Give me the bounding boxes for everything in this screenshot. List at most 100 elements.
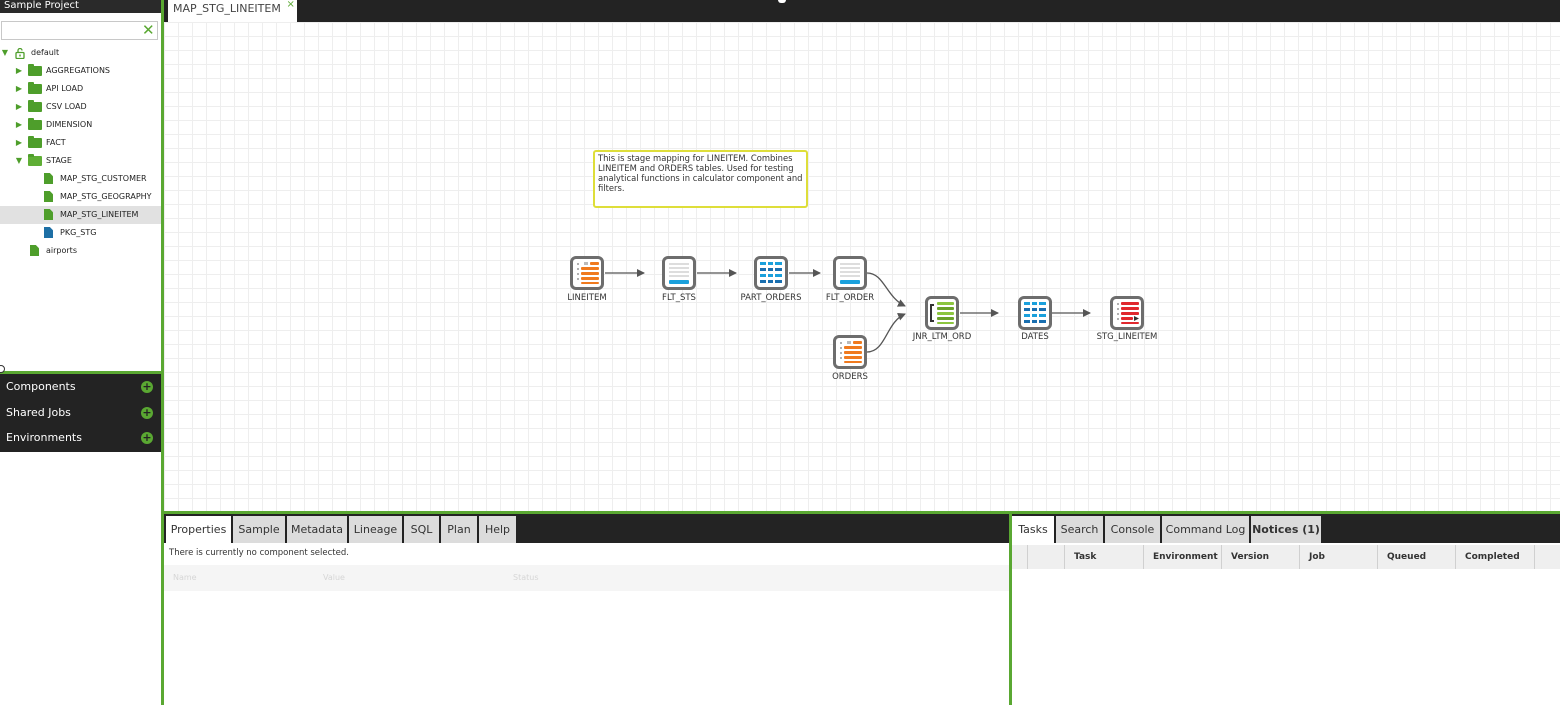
caret-right-icon[interactable]: ▶ — [14, 80, 24, 98]
connector-orders-jnr — [866, 313, 906, 353]
tab-properties[interactable]: Properties — [166, 516, 231, 543]
clear-search-icon[interactable]: ✕ — [142, 22, 155, 39]
tree-node-label: PKG_STG — [60, 228, 97, 237]
tree-node-label: MAP_STG_CUSTOMER — [60, 174, 147, 183]
table-input-icon — [833, 335, 867, 369]
column-version[interactable]: Version — [1222, 545, 1300, 569]
project-explorer: Sample Project ✕ ▼ default ▶ AGGREGATION… — [0, 0, 161, 705]
tab-map-stg-lineitem[interactable]: MAP_STG_LINEITEM × — [168, 0, 297, 22]
properties-tabbar: Properties Sample Metadata Lineage SQL P… — [164, 514, 1009, 543]
table-output-icon — [1110, 296, 1144, 330]
tree-folder-csv-load[interactable]: ▶ CSV LOAD — [0, 98, 161, 116]
folder-icon — [28, 82, 42, 94]
add-icon[interactable]: + — [141, 432, 153, 445]
tasks-panel: Tasks Search Console Command Log Notices… — [1012, 514, 1560, 705]
mapping-canvas[interactable]: This is stage mapping for LINEITEM. Comb… — [164, 22, 1560, 511]
tasks-tabbar: Tasks Search Console Command Log Notices… — [1012, 514, 1560, 543]
tree-node-default[interactable]: ▼ default — [0, 44, 161, 62]
unlock-icon — [15, 48, 25, 59]
tab-command-log[interactable]: Command Log — [1162, 516, 1249, 543]
folder-open-icon — [28, 154, 42, 166]
tab-help[interactable]: Help — [479, 516, 516, 543]
column-job[interactable]: Job — [1300, 545, 1378, 569]
column-task[interactable]: Task — [1065, 545, 1144, 569]
mapping-file-icon — [44, 173, 53, 184]
tree-node-label: DIMENSION — [46, 120, 93, 129]
tree-node-label: default — [31, 48, 60, 57]
node-label-jnr-ltm-ord: JNR_LTM_ORD — [912, 332, 972, 342]
editor-tabbar: MAP_STG_LINEITEM × — [164, 0, 1560, 22]
tree-item-map-stg-customer[interactable]: MAP_STG_CUSTOMER — [0, 170, 161, 188]
accordion-label: Shared Jobs — [6, 405, 71, 419]
accordion-shared-jobs[interactable]: Shared Jobs + — [0, 400, 161, 426]
column-environment[interactable]: Environment — [1144, 545, 1222, 569]
properties-grid-header: Name Value Status — [164, 565, 1009, 591]
column-status-icon — [1028, 545, 1065, 569]
table-input-icon — [570, 256, 604, 290]
tab-sample[interactable]: Sample — [233, 516, 285, 543]
column-queued[interactable]: Queued — [1378, 545, 1456, 569]
accordion-label: Environments — [6, 431, 82, 445]
caret-down-icon[interactable]: ▼ — [14, 152, 24, 170]
calculator-icon — [754, 256, 788, 290]
tree-search-box: ✕ — [1, 21, 158, 40]
tree-folder-stage[interactable]: ▼ STAGE — [0, 152, 161, 170]
tree-folder-api-load[interactable]: ▶ API LOAD — [0, 80, 161, 98]
tab-search[interactable]: Search — [1056, 516, 1103, 543]
tree-item-map-stg-geography[interactable]: MAP_STG_GEOGRAPHY — [0, 188, 161, 206]
tree-node-label: MAP_STG_GEOGRAPHY — [60, 192, 152, 201]
filter-icon — [662, 256, 696, 290]
accordion-components[interactable]: Components + — [0, 374, 161, 400]
tab-sql[interactable]: SQL — [404, 516, 439, 543]
add-icon[interactable]: + — [141, 406, 153, 419]
canvas-note[interactable]: This is stage mapping for LINEITEM. Comb… — [593, 150, 808, 208]
column-completed[interactable]: Completed — [1456, 545, 1535, 569]
node-label-flt-sts: FLT_STS — [662, 293, 696, 303]
tab-metadata[interactable]: Metadata — [287, 516, 347, 543]
column-blank — [1012, 545, 1028, 569]
add-icon[interactable]: + — [141, 381, 153, 393]
folder-icon — [28, 64, 42, 76]
project-title: Sample Project — [0, 0, 161, 13]
accordion-label: Components — [6, 380, 76, 393]
node-label-flt-order: FLT_ORDER — [825, 293, 875, 303]
tree-item-airports[interactable]: airports — [0, 242, 161, 260]
no-selection-message: There is currently no component selected… — [169, 548, 349, 558]
tree-folder-dimension[interactable]: ▶ DIMENSION — [0, 116, 161, 134]
node-label-lineitem: LINEITEM — [567, 293, 607, 303]
node-label-orders: ORDERS — [832, 372, 868, 382]
tab-tasks[interactable]: Tasks — [1012, 516, 1054, 543]
tree-node-label: MAP_STG_LINEITEM — [60, 210, 139, 219]
tree-node-label: airports — [46, 246, 77, 255]
tasks-grid-header: Task Environment Version Job Queued Comp… — [1012, 545, 1560, 569]
node-label-part-orders: PART_ORDERS — [740, 293, 802, 303]
tree-search-input[interactable] — [2, 22, 142, 39]
caret-right-icon[interactable]: ▶ — [14, 98, 24, 116]
tab-label: MAP_STG_LINEITEM — [173, 2, 281, 15]
folder-icon — [28, 100, 42, 112]
mapping-file-icon — [30, 245, 39, 256]
tab-notices[interactable]: Notices (1) — [1251, 516, 1321, 543]
caret-right-icon[interactable]: ▶ — [14, 62, 24, 80]
mapping-file-icon — [44, 209, 53, 220]
tab-lineage[interactable]: Lineage — [349, 516, 402, 543]
tab-plan[interactable]: Plan — [441, 516, 477, 543]
caret-right-icon[interactable]: ▶ — [14, 116, 24, 134]
tree-node-label: FACT — [46, 138, 66, 147]
package-file-icon — [44, 227, 53, 238]
column-name: Name — [173, 573, 197, 582]
tree-item-pkg-stg[interactable]: PKG_STG — [0, 224, 161, 242]
calculator-icon — [1018, 296, 1052, 330]
tree-folder-fact[interactable]: ▶ FACT — [0, 134, 161, 152]
tree-item-map-stg-lineitem[interactable]: MAP_STG_LINEITEM — [0, 206, 161, 224]
tab-console[interactable]: Console — [1105, 516, 1160, 543]
column-status: Status — [513, 573, 539, 582]
tree-folder-aggregations[interactable]: ▶ AGGREGATIONS — [0, 62, 161, 80]
indicator-dot — [778, 0, 786, 3]
accordion-environments[interactable]: Environments + — [0, 425, 161, 451]
caret-right-icon[interactable]: ▶ — [14, 134, 24, 152]
close-tab-icon[interactable]: × — [286, 0, 294, 13]
tree-node-label: STAGE — [46, 156, 72, 165]
caret-down-icon[interactable]: ▼ — [0, 44, 10, 62]
folder-icon — [28, 118, 42, 130]
